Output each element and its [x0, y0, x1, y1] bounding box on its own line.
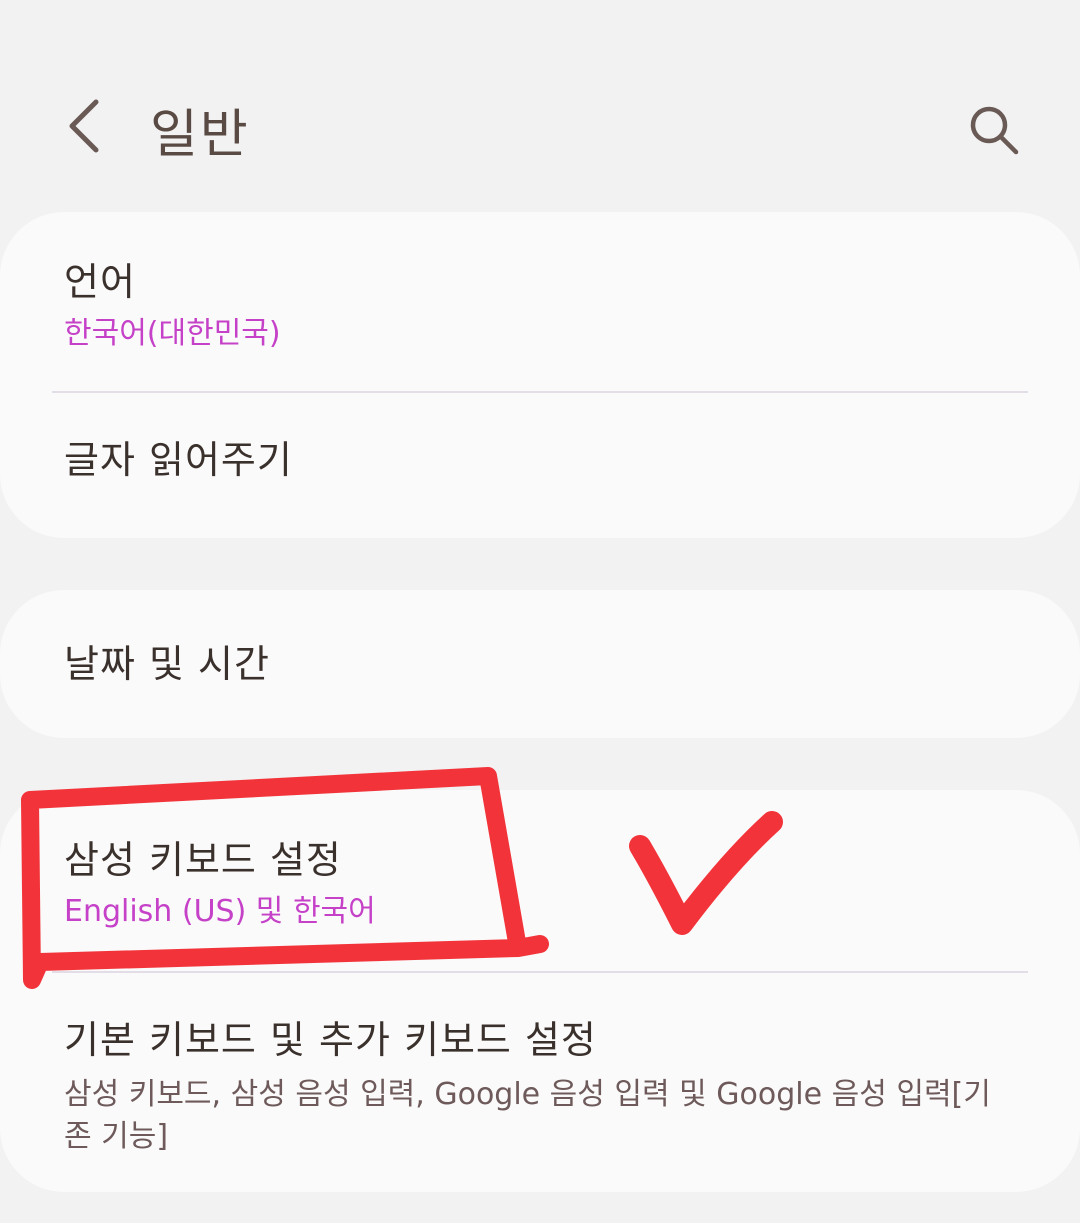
search-button[interactable] — [958, 94, 1030, 166]
app-bar: 일반 — [0, 70, 1080, 180]
item-subtitle: English (US) 및 한국어 — [64, 894, 376, 929]
item-title: 글자 읽어주기 — [64, 438, 293, 482]
text-to-speech-item[interactable]: 글자 읽어주기 — [0, 392, 1080, 538]
item-title: 기본 키보드 및 추가 키보드 설정 — [64, 1018, 597, 1062]
item-title: 날짜 및 시간 — [64, 642, 270, 686]
item-subtitle: 한국어(대한민국) — [64, 316, 281, 351]
date-time-item[interactable]: 날짜 및 시간 — [0, 590, 1080, 738]
settings-card-language: 언어 한국어(대한민국) 글자 읽어주기 — [0, 212, 1080, 538]
default-keyboard-settings-item[interactable]: 기본 키보드 및 추가 키보드 설정 삼성 키보드, 삼성 음성 입력, Goo… — [0, 972, 1080, 1192]
settings-general-screen: 일반 언어 한국어(대한민국) 글자 읽어주기 날짜 및 시간 삼성 키보드 설… — [0, 0, 1080, 1223]
chevron-left-icon — [69, 99, 99, 153]
language-item[interactable]: 언어 한국어(대한민국) — [0, 212, 1080, 392]
search-icon — [970, 106, 1019, 155]
back-button[interactable] — [52, 88, 116, 164]
item-title: 언어 — [64, 260, 136, 304]
item-title: 삼성 키보드 설정 — [64, 838, 342, 882]
settings-card-keyboard: 삼성 키보드 설정 English (US) 및 한국어 기본 키보드 및 추가… — [0, 790, 1080, 1192]
samsung-keyboard-settings-item[interactable]: 삼성 키보드 설정 English (US) 및 한국어 — [0, 790, 1080, 972]
item-subtitle: 삼성 키보드, 삼성 음성 입력, Google 음성 입력 및 Google … — [64, 1077, 991, 1154]
page-title: 일반 — [150, 105, 250, 165]
settings-card-datetime: 날짜 및 시간 — [0, 590, 1080, 738]
